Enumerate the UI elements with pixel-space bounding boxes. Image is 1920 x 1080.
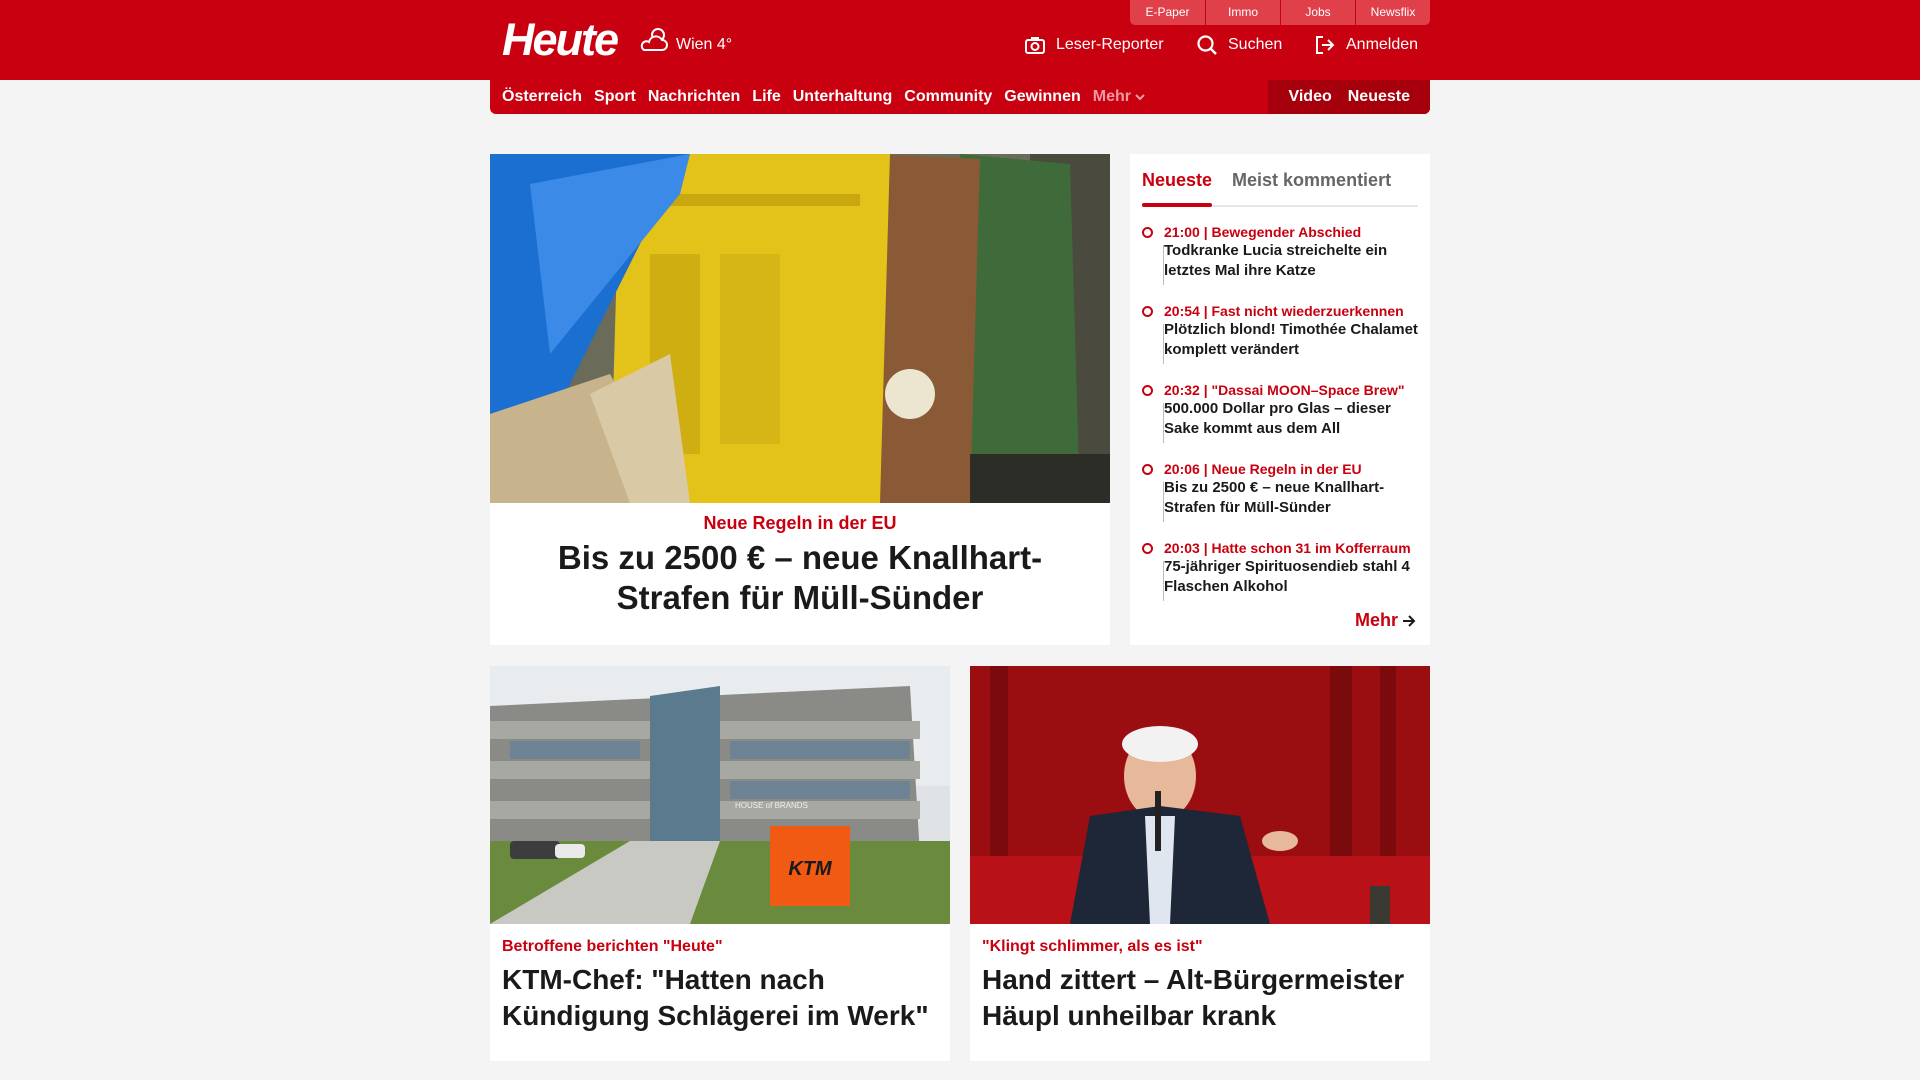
nav-more-dropdown[interactable]: Mehr	[1093, 88, 1145, 106]
timeline-dot	[1142, 543, 1153, 554]
quicklink-immo[interactable]: Immo	[1205, 0, 1280, 25]
haeupl-image	[970, 666, 1430, 924]
cloud-sun-icon	[640, 28, 668, 51]
list-item[interactable]: 20:03 | Hatte schon 31 im Kofferraum 75-…	[1142, 539, 1418, 618]
timeline-line	[1163, 324, 1164, 364]
chevron-down-icon	[1135, 94, 1145, 101]
ktm-sign-logo-text: KTM	[788, 858, 833, 880]
hero-headline[interactable]: Bis zu 2500 € – neue Knallhart-Strafen f…	[490, 534, 1110, 618]
weather-label: Wien 4°	[676, 36, 733, 53]
card-kicker: Betroffene berichten "Heute"	[502, 938, 723, 955]
camera-icon	[1025, 37, 1045, 54]
more-news-link[interactable]: Mehr	[1355, 610, 1416, 631]
list-item[interactable]: 20:32 | "Dassai MOON–Space Brew" 500.000…	[1142, 381, 1418, 460]
arrow-right-icon	[1403, 614, 1416, 627]
news-time-kicker: 20:06 | Neue Regeln in der EU	[1164, 461, 1362, 477]
leser-reporter-label: Leser-Reporter	[1056, 36, 1164, 53]
ktm-building-image: KTM HOUSE of BRANDS	[490, 666, 950, 924]
news-time-kicker: 21:00 | Bewegender Abschied	[1164, 224, 1362, 240]
news-headline[interactable]: Todkranke Lucia streichelte ein letztes …	[1164, 241, 1418, 281]
timeline-dot	[1142, 227, 1153, 238]
card-kicker: "Klingt schlimmer, als es ist"	[982, 938, 1203, 955]
article-card-ktm[interactable]: KTM HOUSE of BRANDS Betroffene berichten…	[490, 666, 950, 1061]
login-icon	[1316, 36, 1335, 54]
timeline-dot	[1142, 464, 1153, 475]
quicklink-jobs[interactable]: Jobs	[1280, 0, 1355, 25]
nav-more-label: Mehr	[1092, 88, 1131, 105]
nav-right: Video Neueste	[1268, 80, 1430, 114]
nav-sport[interactable]: Sport	[594, 88, 636, 106]
heute-logo[interactable]: Heute	[502, 14, 619, 66]
tab-neueste[interactable]: Neueste	[1142, 162, 1213, 207]
timeline-line	[1163, 561, 1164, 601]
search-label: Suchen	[1228, 36, 1283, 53]
nav-unterhaltung[interactable]: Unterhaltung	[793, 88, 893, 106]
card-headline[interactable]: Hand zittert – Alt-Bürgermeister Häupl u…	[970, 956, 1430, 1034]
timeline-line	[1163, 403, 1164, 443]
quicklinks: E-Paper Immo Jobs Newsflix	[1130, 0, 1430, 25]
quicklink-newsflix[interactable]: Newsflix	[1355, 0, 1430, 25]
nav-gewinnen[interactable]: Gewinnen	[1004, 88, 1080, 106]
sidebar-tabs: Neueste Meist kommentiert	[1142, 162, 1418, 207]
card-headline[interactable]: KTM-Chef: "Hatten nach Kündigung Schläge…	[490, 956, 950, 1034]
timeline-line	[1163, 482, 1164, 522]
hero-image	[490, 154, 1110, 503]
latest-news-sidebar: Neueste Meist kommentiert 21:00 | Bewege…	[1130, 154, 1430, 645]
hero-kicker: Neue Regeln in der EU	[703, 513, 897, 533]
news-timeline: 21:00 | Bewegender Abschied Todkranke Lu…	[1142, 223, 1418, 618]
quicklink-epaper[interactable]: E-Paper	[1130, 0, 1205, 25]
nav-video[interactable]: Video	[1288, 88, 1331, 106]
timeline-dot	[1142, 385, 1153, 396]
nav-oesterreich[interactable]: Österreich	[502, 88, 582, 106]
building-sign-text: HOUSE of BRANDS	[735, 801, 808, 810]
news-headline[interactable]: Bis zu 2500 € – neue Knallhart-Strafen f…	[1164, 478, 1418, 518]
article-card-haeupl[interactable]: "Klingt schlimmer, als es ist" Hand zitt…	[970, 666, 1430, 1061]
nav-neueste[interactable]: Neueste	[1348, 88, 1410, 106]
search-button[interactable]: Suchen	[1196, 34, 1282, 56]
list-item[interactable]: 20:06 | Neue Regeln in der EU Bis zu 250…	[1142, 460, 1418, 539]
news-headline[interactable]: Plötzlich blond! Timothée Chalamet kompl…	[1164, 320, 1418, 360]
tab-meist-kommentiert[interactable]: Meist kommentiert	[1232, 162, 1391, 205]
news-headline[interactable]: 75-jähriger Spirituosendieb stahl 4 Flas…	[1164, 557, 1418, 597]
login-button[interactable]: Anmelden	[1314, 34, 1418, 56]
timeline-line	[1163, 245, 1164, 285]
login-label: Anmelden	[1346, 36, 1419, 53]
leser-reporter-button[interactable]: Leser-Reporter	[1024, 34, 1164, 56]
timeline-dot	[1142, 306, 1153, 317]
news-time-kicker: 20:32 | "Dassai MOON–Space Brew"	[1164, 382, 1405, 398]
nav-community[interactable]: Community	[904, 88, 992, 106]
header-bar	[0, 0, 1920, 80]
list-item[interactable]: 21:00 | Bewegender Abschied Todkranke Lu…	[1142, 223, 1418, 302]
list-item[interactable]: 20:54 | Fast nicht wiederzuerkennen Plöt…	[1142, 302, 1418, 381]
news-time-kicker: 20:03 | Hatte schon 31 im Kofferraum	[1164, 540, 1411, 556]
news-headline[interactable]: 500.000 Dollar pro Glas – dieser Sake ko…	[1164, 399, 1418, 439]
nav-nachrichten[interactable]: Nachrichten	[648, 88, 740, 106]
more-news-label: Mehr	[1354, 610, 1398, 630]
search-icon	[1197, 35, 1217, 55]
news-time-kicker: 20:54 | Fast nicht wiederzuerkennen	[1164, 303, 1404, 319]
weather-widget[interactable]: Wien 4°	[638, 26, 732, 56]
nav-life[interactable]: Life	[752, 88, 780, 106]
hero-article[interactable]: Neue Regeln in der EU Bis zu 2500 € – ne…	[490, 154, 1110, 645]
main-nav: Österreich Sport Nachrichten Life Unterh…	[490, 80, 1430, 114]
